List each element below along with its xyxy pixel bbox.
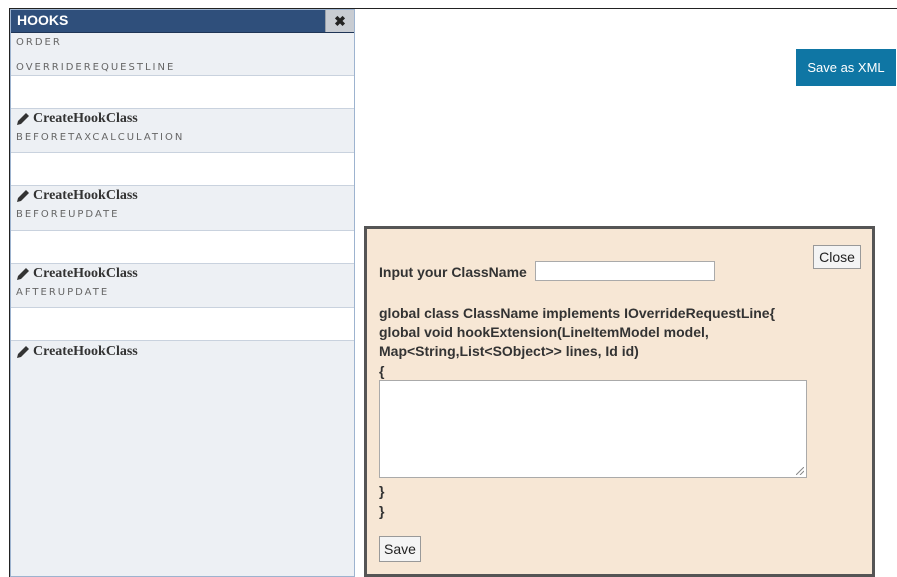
classname-label: Input your ClassName — [379, 264, 527, 280]
hook-input-overriderequestline[interactable] — [11, 75, 354, 109]
hooks-title: HOOKS — [17, 12, 69, 28]
create-hook-class-label: CreateHookClass — [33, 344, 138, 359]
create-hook-class-link[interactable]: CreateHookClass — [16, 111, 138, 127]
save-as-xml-button[interactable]: Save as XML — [796, 49, 896, 86]
resize-grip-icon[interactable] — [796, 467, 804, 475]
pencil-icon — [17, 113, 29, 125]
hook-label-beforetaxcalculation: BEFORETAXCALCULATION — [16, 132, 185, 143]
hooks-header: HOOKS ✖ — [11, 10, 354, 33]
create-hook-class-label: CreateHookClass — [33, 266, 138, 281]
close-brace-2: } — [379, 503, 385, 519]
hook-input-afterupdate[interactable] — [11, 307, 354, 341]
pencil-icon — [17, 268, 29, 280]
code-line-2: global void hookExtension(LineItemModel … — [379, 324, 709, 340]
create-hook-class-link[interactable]: CreateHookClass — [16, 344, 138, 360]
create-hook-class-link[interactable]: CreateHookClass — [16, 188, 138, 204]
code-line-3: Map<String,List<SObject>> lines, Id id) — [379, 343, 639, 359]
hook-label-beforeupdate: BEFOREUPDATE — [16, 209, 120, 220]
order-section-label: ORDER — [16, 37, 62, 48]
create-hook-class-label: CreateHookClass — [33, 111, 138, 126]
pencil-icon — [17, 190, 29, 202]
create-hook-class-dialog: Close Input your ClassName global class … — [364, 226, 875, 577]
close-x-icon[interactable]: ✖ — [325, 10, 354, 32]
close-brace-1: } — [379, 483, 385, 499]
open-brace: { — [379, 363, 385, 379]
hooks-panel: HOOKS ✖ ORDER OVERRIDEREQUESTLINE Create… — [10, 9, 355, 577]
classname-input[interactable] — [535, 261, 715, 281]
close-button[interactable]: Close — [813, 245, 861, 269]
create-hook-class-link[interactable]: CreateHookClass — [16, 266, 138, 282]
hook-input-beforeupdate[interactable] — [11, 230, 354, 264]
hook-body-textarea[interactable] — [379, 380, 807, 478]
hook-label-afterupdate: AFTERUPDATE — [16, 287, 110, 298]
pencil-icon — [17, 346, 29, 358]
code-line-1: global class ClassName implements IOverr… — [379, 305, 776, 321]
hook-label-overriderequestline: OVERRIDEREQUESTLINE — [16, 62, 176, 73]
create-hook-class-label: CreateHookClass — [33, 188, 138, 203]
hook-input-beforetaxcalculation[interactable] — [11, 152, 354, 186]
save-button[interactable]: Save — [379, 536, 421, 562]
